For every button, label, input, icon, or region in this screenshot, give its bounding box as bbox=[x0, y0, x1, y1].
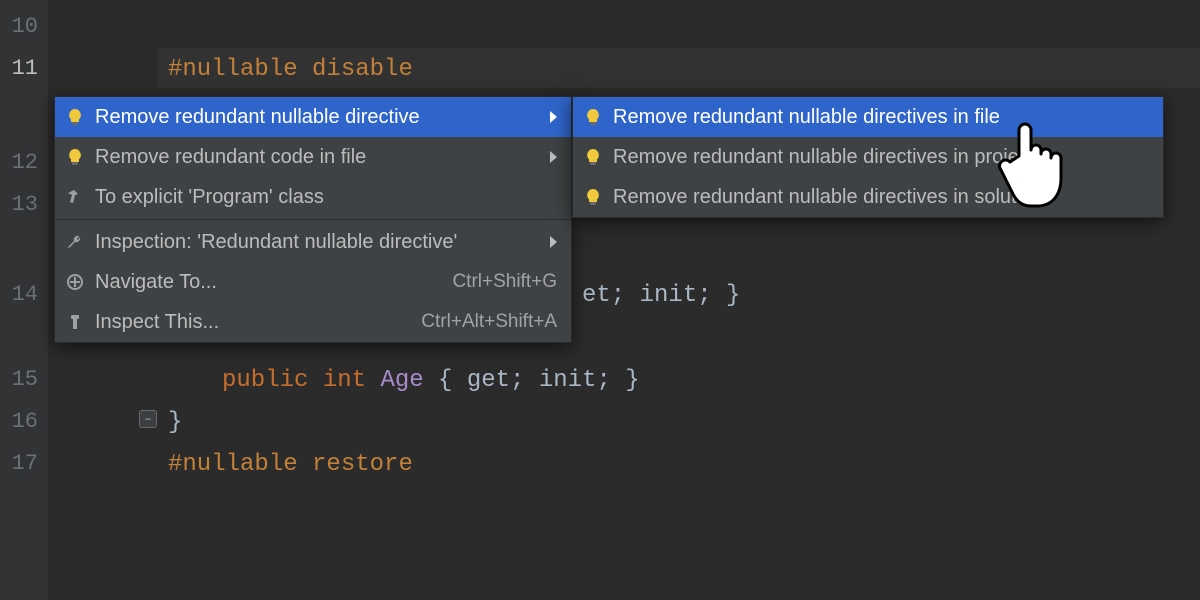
line-number: 15 bbox=[12, 369, 38, 391]
submenu-item-remove-in-file[interactable]: Remove redundant nullable directives in … bbox=[573, 97, 1163, 137]
line-number: 14 bbox=[12, 284, 38, 306]
menu-item-remove-redundant-code[interactable]: Remove redundant code in file bbox=[55, 137, 571, 177]
menu-item-remove-redundant-nullable[interactable]: Remove redundant nullable directive bbox=[55, 97, 571, 137]
line-number-gutter: 10 11 12 13 14 15 16 17 bbox=[0, 0, 48, 600]
hammer-icon bbox=[65, 187, 85, 207]
bulb-icon bbox=[583, 107, 603, 127]
navigate-icon bbox=[65, 272, 85, 292]
menu-item-navigate-to[interactable]: Navigate To... Ctrl+Shift+G bbox=[55, 262, 571, 302]
bulb-icon bbox=[65, 147, 85, 167]
menu-item-inspection[interactable]: Inspection: 'Redundant nullable directiv… bbox=[55, 222, 571, 262]
menu-separator bbox=[55, 219, 571, 220]
bulb-icon bbox=[583, 147, 603, 167]
bulb-icon bbox=[583, 187, 603, 207]
line-number: 16 bbox=[12, 411, 38, 433]
code-directive: #nullable disable bbox=[168, 58, 413, 82]
menu-item-label: To explicit 'Program' class bbox=[95, 186, 557, 209]
submenu-arrow-icon bbox=[550, 151, 557, 163]
submenu-item-remove-in-project[interactable]: Remove redundant nullable directives in … bbox=[573, 137, 1163, 177]
menu-item-label: Remove redundant nullable directives in … bbox=[613, 146, 1149, 169]
line-number-current: 11 bbox=[12, 58, 38, 80]
line-number: 12 bbox=[12, 152, 38, 174]
menu-item-inspect-this[interactable]: Inspect This... Ctrl+Alt+Shift+A bbox=[55, 302, 571, 342]
code-brace: } bbox=[168, 411, 182, 435]
line-number: 13 bbox=[12, 194, 38, 216]
code-directive: #nullable restore bbox=[168, 453, 413, 477]
line-number: 17 bbox=[12, 453, 38, 475]
quick-fix-menu: Remove redundant nullable directive Remo… bbox=[54, 96, 572, 343]
menu-item-label: Navigate To... bbox=[95, 271, 412, 294]
code-fragment: et; init; } bbox=[582, 284, 740, 308]
inspect-icon bbox=[65, 312, 85, 332]
menu-item-to-explicit-program[interactable]: To explicit 'Program' class bbox=[55, 177, 571, 217]
submenu-arrow-icon bbox=[550, 236, 557, 248]
line-number: 10 bbox=[12, 16, 38, 38]
menu-item-label: Remove redundant nullable directives in … bbox=[613, 186, 1149, 209]
quick-fix-submenu: Remove redundant nullable directives in … bbox=[572, 96, 1164, 218]
submenu-arrow-icon bbox=[550, 111, 557, 123]
wrench-icon bbox=[65, 232, 85, 252]
menu-item-label: Remove redundant nullable directives in … bbox=[613, 106, 1149, 129]
bulb-icon bbox=[65, 107, 85, 127]
submenu-item-remove-in-solution[interactable]: Remove redundant nullable directives in … bbox=[573, 177, 1163, 217]
menu-item-label: Remove redundant nullable directive bbox=[95, 106, 520, 129]
code-property: public int Age { get; init; } bbox=[222, 369, 640, 393]
menu-item-label: Inspect This... bbox=[95, 311, 381, 334]
fold-toggle-icon[interactable]: – bbox=[139, 410, 157, 428]
menu-item-shortcut: Ctrl+Alt+Shift+A bbox=[421, 311, 557, 333]
menu-item-label: Inspection: 'Redundant nullable directiv… bbox=[95, 231, 520, 254]
menu-item-label: Remove redundant code in file bbox=[95, 146, 520, 169]
menu-item-shortcut: Ctrl+Shift+G bbox=[452, 271, 557, 293]
